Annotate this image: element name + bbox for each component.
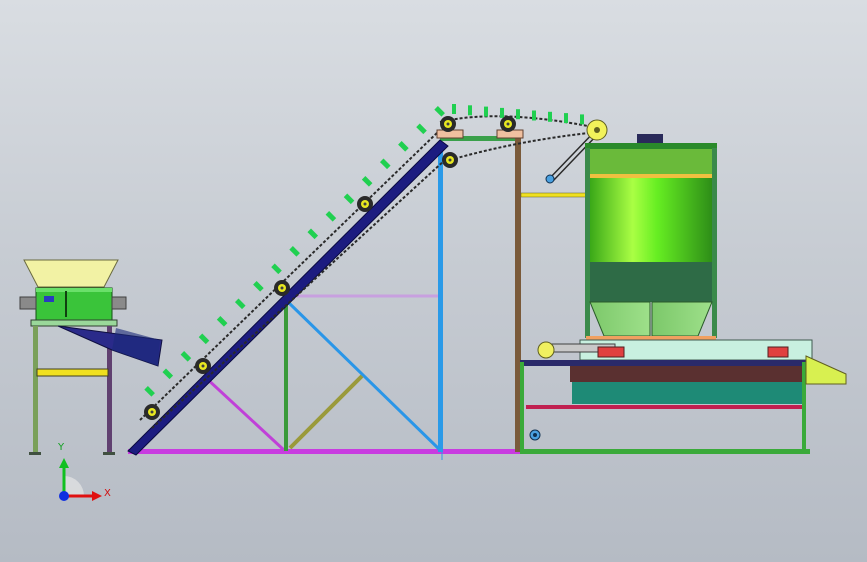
- conveyor-cleat: [484, 106, 488, 117]
- shredder-body: [35, 287, 113, 321]
- x-axis-label: X: [104, 488, 111, 499]
- conveyor-cleat: [180, 351, 192, 362]
- shredder-stand-rail: [36, 368, 109, 377]
- conveyor-cleat: [398, 141, 409, 152]
- conveyor-cleat: [307, 228, 319, 240]
- machine-assembly-drawing: [19, 104, 847, 460]
- shredder-hopper: [23, 259, 119, 288]
- conveyor-cleat: [516, 109, 520, 120]
- cad-viewport[interactable]: Y X: [0, 0, 867, 562]
- tank-lower-section: [590, 262, 712, 302]
- conveyor-cleat: [198, 333, 210, 345]
- conveyor-cleat: [216, 316, 228, 327]
- shredder-motor-plate: [44, 296, 54, 302]
- conveyor-cleat: [253, 281, 264, 292]
- shredder-side-bearing: [19, 296, 37, 310]
- conveyor-cleat: [434, 106, 445, 117]
- shredder-side-bearing: [111, 296, 127, 310]
- tank-body: [590, 176, 712, 262]
- sprocket: [274, 280, 290, 296]
- sprocket: [357, 196, 373, 212]
- conveyor-cleat: [500, 107, 504, 118]
- conveyor-cleat: [234, 298, 246, 310]
- conveyor-cleat: [271, 263, 282, 275]
- shredder-unit: [19, 259, 163, 455]
- shredder-stand-top: [30, 319, 118, 327]
- y-axis-label: Y: [58, 442, 65, 453]
- conveyor-cleat: [343, 193, 355, 205]
- conveyor-cleat: [468, 105, 472, 116]
- conveyor-cleat: [361, 176, 373, 187]
- shredder-stand-leg: [33, 326, 38, 454]
- conveyor-cleat: [564, 113, 568, 124]
- axis-triad: Y X: [46, 438, 116, 508]
- base-beam: [128, 449, 520, 454]
- conveyor-cleat: [325, 211, 337, 222]
- conveyor-cleat: [548, 111, 552, 122]
- conveyor-cleat: [162, 368, 174, 380]
- storage-tank: [585, 134, 717, 340]
- outlet-chute: [805, 355, 847, 385]
- conveyor-cleat: [416, 123, 427, 135]
- sprocket: [440, 116, 456, 132]
- sprocket: [500, 116, 516, 132]
- conveyor-cleat: [379, 158, 391, 170]
- conveyor-cleat: [532, 110, 536, 121]
- conveyor-cleat: [289, 246, 300, 257]
- conveyor-cleat: [452, 104, 456, 114]
- origin-marker: [59, 491, 69, 501]
- inclined-conveyor: [127, 104, 608, 456]
- conveyor-cleat: [144, 386, 155, 397]
- conveyor-cleat: [580, 114, 584, 125]
- sprocket: [442, 152, 458, 168]
- sprocket: [195, 358, 211, 374]
- sprocket: [144, 404, 160, 420]
- conveyor-sprockets: [144, 116, 516, 420]
- base-platform: [520, 339, 847, 454]
- base-beam: [520, 449, 810, 454]
- tension-pulley: [545, 174, 555, 184]
